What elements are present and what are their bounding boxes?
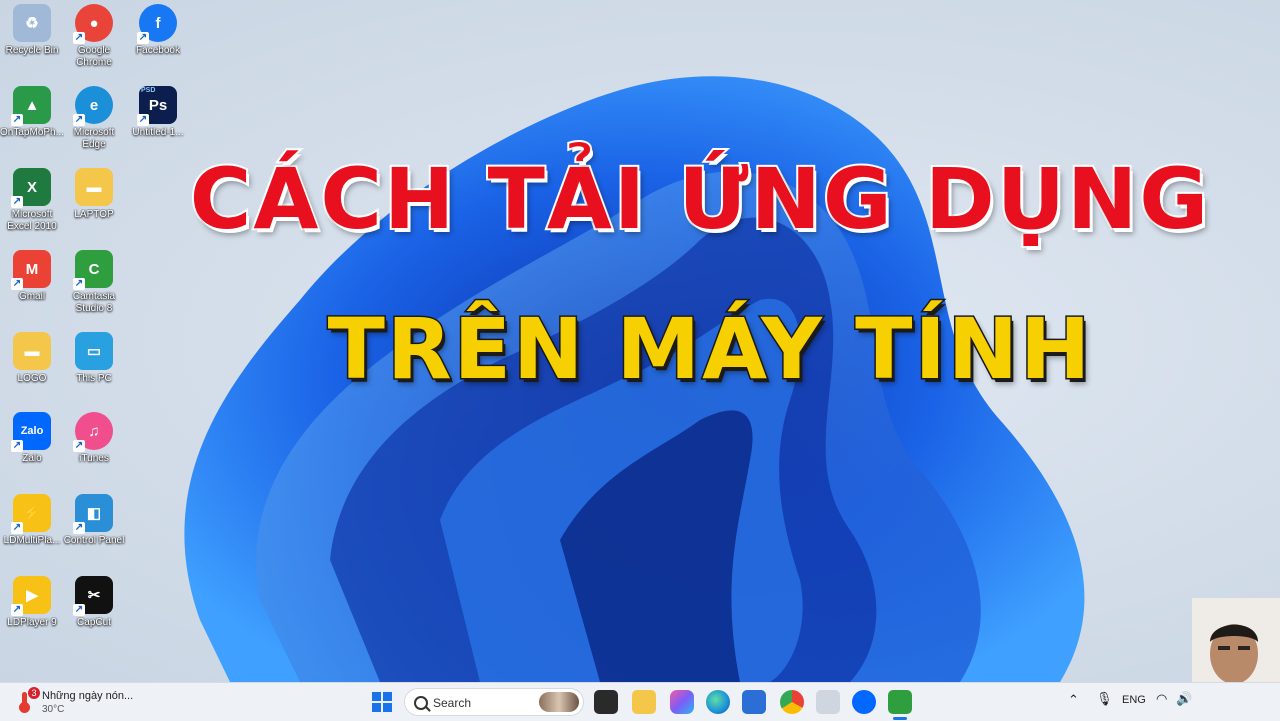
gmail-icon: M ↗ — [11, 250, 51, 290]
desktop-icon[interactable]: ▬ LOGO — [0, 332, 64, 385]
desktop-icon[interactable]: ✂ ↗ CapCut — [62, 576, 126, 629]
control-panel-icon: ◧ ↗ — [73, 494, 113, 534]
desktop-icon[interactable]: X ↗ Microsoft Excel 2010 — [0, 168, 64, 233]
desktop-icon-label: Microsoft Excel 2010 — [7, 209, 57, 232]
desktop-icon-label: Google Chrome — [76, 45, 112, 68]
desktop-icon[interactable]: ⚡ ↗ LDMultiPla... — [0, 494, 64, 547]
zalo-icon: Zalo ↗ — [11, 412, 51, 452]
facebook-icon: f ↗ — [137, 4, 177, 44]
ontapmophong-icon: ▲ ↗ — [11, 86, 51, 126]
desktop-icon-label: Control Panel — [63, 535, 125, 546]
wifi-icon[interactable]: ◠ — [1156, 691, 1167, 707]
zalo-taskbar-icon[interactable] — [852, 690, 876, 714]
desktop-icon[interactable]: C ↗ Camtasia Studio 8 — [62, 250, 126, 315]
search-highlight-image — [539, 692, 579, 712]
shortcut-arrow-icon: ↗ — [137, 114, 149, 126]
weather-temperature: 30°C — [42, 704, 65, 715]
desktop-icon-label: LOGO — [17, 373, 47, 384]
desktop-icon[interactable]: Zalo ↗ Zalo — [0, 412, 64, 465]
itunes-icon: ♫ ↗ — [73, 412, 113, 452]
windows-logo-icon — [372, 692, 392, 712]
shortcut-arrow-icon: ↗ — [73, 604, 85, 616]
psd-badge: PSD — [141, 87, 156, 94]
desktop-icon[interactable]: ▶ ↗ LDPlayer 9 — [0, 576, 64, 629]
ldplayer-icon: ▶ ↗ — [11, 576, 51, 616]
excel-icon: X ↗ — [11, 168, 51, 208]
shortcut-arrow-icon: ↗ — [11, 604, 23, 616]
this-pc-icon: ▭ — [75, 332, 113, 370]
desktop-icon[interactable]: f ↗ Facebook — [126, 4, 190, 57]
desktop-icon[interactable]: ▬ LAPTOP — [62, 168, 126, 221]
desktop-icon[interactable]: ▲ ↗ OnTapMoPh... — [0, 86, 64, 139]
desktop-icon-label: iTunes — [79, 453, 109, 464]
desktop-icon-label: CapCut — [77, 617, 111, 628]
desktop-icon-label: LDMultiPla... — [3, 535, 61, 546]
shortcut-arrow-icon: ↗ — [73, 32, 85, 44]
start-button[interactable] — [370, 690, 394, 714]
shortcut-arrow-icon: ↗ — [73, 114, 85, 126]
desktop-icon-label: This PC — [76, 373, 112, 384]
chevron-up-icon[interactable]: ⌃ — [1068, 692, 1079, 708]
desktop-icon-label: Gmail — [18, 291, 46, 302]
weather-title: Những ngày nón... — [42, 690, 134, 702]
desktop-icon-label: LDPlayer 9 — [7, 617, 57, 628]
desktop-icon-label: Zalo — [22, 453, 42, 464]
folder-icon: ▬ — [13, 332, 51, 370]
microsoft-store-icon[interactable] — [742, 690, 766, 714]
taskbar: 3 Những ngày nón... 30°C Search ⌃ 🎙 ENG … — [0, 682, 1280, 721]
camtasia-taskbar-icon[interactable] — [888, 690, 912, 714]
task-view-icon[interactable] — [594, 690, 618, 714]
chrome-icon: ● ↗ — [73, 4, 113, 44]
desktop-icon-label: Microsoft Edge — [73, 127, 115, 150]
shortcut-arrow-icon: ↗ — [11, 440, 23, 452]
desktop-icon-label: Camtasia Studio 8 — [72, 291, 116, 314]
desktop-icon-label: OnTapMoPh... — [0, 127, 64, 138]
shortcut-arrow-icon: ↗ — [11, 114, 23, 126]
shortcut-arrow-icon: ↗ — [137, 32, 149, 44]
desktop-icon[interactable]: M ↗ Gmail — [0, 250, 64, 303]
ldmultiplayer-icon: ⚡ ↗ — [11, 494, 51, 534]
app-taskbar-icon[interactable] — [816, 690, 840, 714]
desktop-icon[interactable]: ◧ ↗ Control Panel — [62, 494, 126, 547]
desktop-icon[interactable]: ♻ Recycle Bin — [0, 4, 64, 57]
headline-line-2: TRÊN MÁY TÍNH — [326, 299, 1093, 400]
shortcut-arrow-icon: ↗ — [73, 440, 85, 452]
notification-badge: 3 — [28, 687, 40, 699]
copilot-icon[interactable] — [670, 690, 694, 714]
search-label: Search — [433, 696, 472, 710]
chrome-taskbar-icon[interactable] — [780, 690, 804, 714]
desktop-icon-label: LAPTOP — [74, 209, 114, 220]
desktop-icon[interactable]: e ↗ Microsoft Edge — [62, 86, 126, 151]
search-icon — [414, 696, 428, 710]
recycle-bin-icon: ♻ — [13, 4, 51, 42]
weather-widget[interactable]: 3 Những ngày nón... 30°C — [14, 686, 174, 718]
headline-line-1: CÁCH TẢI ỨNG DỤNG — [188, 148, 1211, 250]
camtasia-icon: C ↗ — [73, 250, 113, 290]
microphone-icon[interactable]: 🎙 — [1096, 691, 1113, 707]
edge-taskbar-icon[interactable] — [706, 690, 730, 714]
shortcut-arrow-icon: ↗ — [73, 522, 85, 534]
language-indicator[interactable]: ENG — [1122, 694, 1146, 706]
desktop-icon[interactable]: ▭ This PC — [62, 332, 126, 385]
desktop-icon-label: Untitled-1... — [132, 127, 184, 138]
edge-icon: e ↗ — [73, 86, 113, 126]
desktop-icon[interactable]: Ps PSD ↗ Untitled-1... — [126, 86, 190, 139]
shortcut-arrow-icon: ↗ — [11, 522, 23, 534]
capcut-icon: ✂ ↗ — [73, 576, 113, 616]
desktop-icon[interactable]: ♫ ↗ iTunes — [62, 412, 126, 465]
shortcut-arrow-icon: ↗ — [11, 278, 23, 290]
file-explorer-icon[interactable] — [632, 690, 656, 714]
photoshop-icon: Ps PSD ↗ — [137, 86, 177, 126]
desktop-icon-label: Recycle Bin — [5, 45, 59, 56]
shortcut-arrow-icon: ↗ — [73, 278, 85, 290]
desktop: ♻ Recycle Bin ● ↗ Google Chrome f ↗ Facebook ▲ ↗ On… — [0, 0, 1280, 682]
volume-icon[interactable]: 🔊 — [1176, 691, 1192, 707]
desktop-icon-label: Facebook — [136, 45, 180, 56]
shortcut-arrow-icon: ↗ — [11, 196, 23, 208]
desktop-icon[interactable]: ● ↗ Google Chrome — [62, 4, 126, 69]
folder-icon: ▬ — [75, 168, 113, 206]
taskbar-search-box[interactable]: Search — [404, 688, 584, 716]
